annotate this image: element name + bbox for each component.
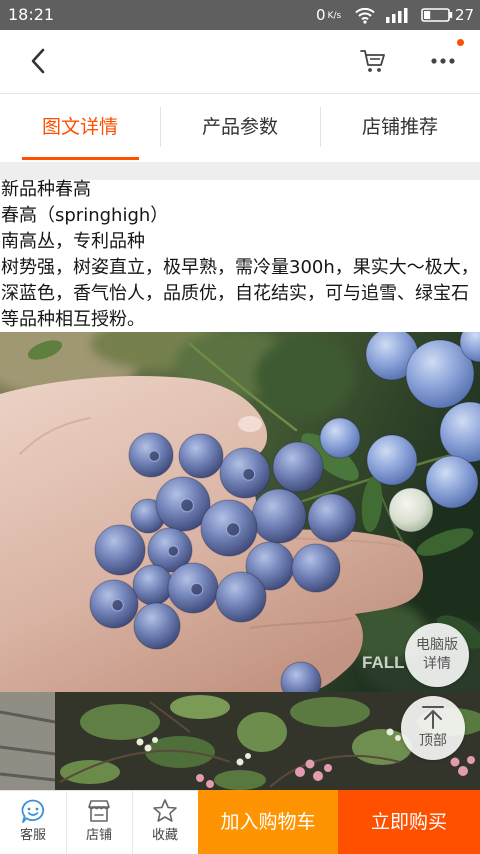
network-speed-unit: K/s bbox=[327, 11, 342, 21]
blueberry-calyx bbox=[190, 582, 204, 596]
notification-dot bbox=[457, 39, 464, 46]
battery-icon bbox=[421, 8, 453, 22]
favorite-button[interactable]: 收藏 bbox=[132, 791, 198, 854]
blueberry bbox=[291, 543, 341, 593]
back-button[interactable] bbox=[24, 44, 52, 78]
blueberry bbox=[132, 564, 174, 606]
blueberry bbox=[425, 455, 479, 509]
blueberry bbox=[366, 434, 418, 486]
tab-image-text-details[interactable]: 图文详情 bbox=[0, 94, 160, 162]
variety-description: 树势强，树姿直立，极早熟，需冷量300h，果实大～极大，深蓝色，香气怡人，品质优… bbox=[1, 257, 479, 330]
tab-shop-recommendations[interactable]: 店铺推荐 bbox=[320, 94, 480, 162]
desktop-version-label: 电脑版 bbox=[416, 637, 458, 653]
more-button[interactable] bbox=[428, 48, 458, 74]
blueberry-calyx bbox=[111, 598, 124, 612]
blueberry bbox=[319, 417, 361, 459]
detail-tabs: 图文详情 产品参数 店铺推荐 bbox=[0, 94, 480, 162]
network-speed-value: 0 bbox=[316, 6, 326, 24]
tab-product-parameters[interactable]: 产品参数 bbox=[160, 94, 320, 162]
blueberry bbox=[251, 488, 307, 544]
blueberry-calyx bbox=[148, 450, 161, 462]
cart-button[interactable] bbox=[358, 46, 388, 76]
variety-category: 南高丛，专利品种 bbox=[1, 231, 145, 252]
blueberry bbox=[94, 524, 146, 576]
back-to-top-label: 顶部 bbox=[419, 733, 447, 749]
mulch-strip bbox=[0, 692, 56, 790]
blueberry-calyx bbox=[242, 467, 256, 481]
desktop-version-details-button[interactable]: 电脑版 详情 bbox=[405, 623, 469, 687]
blueberry bbox=[133, 602, 181, 650]
star-icon bbox=[153, 799, 177, 822]
more-dots-icon bbox=[431, 58, 455, 64]
blueberry bbox=[307, 493, 357, 543]
blueberry bbox=[272, 441, 324, 493]
blueberry bbox=[178, 433, 224, 479]
shop-button[interactable]: 店铺 bbox=[66, 791, 132, 854]
favorite-label: 收藏 bbox=[151, 828, 178, 843]
blueberry-calyx bbox=[167, 545, 180, 557]
buy-now-button[interactable]: 立即购买 bbox=[338, 790, 480, 854]
photo-watermark: FALL bbox=[362, 653, 405, 672]
product-description: 新品种春高 春高（springhigh） 南高丛，专利品种 树势强，树姿直立，极… bbox=[1, 177, 480, 332]
blueberry-calyx bbox=[225, 522, 241, 537]
network-speed: 0 K/s bbox=[316, 0, 341, 30]
battery-percentage: 27 bbox=[455, 6, 475, 24]
status-time: 18:21 bbox=[8, 5, 55, 24]
blueberry bbox=[215, 571, 267, 623]
status-bar: 18:21 0 K/s 27 bbox=[0, 0, 480, 30]
arrow-up-icon bbox=[422, 706, 444, 729]
blueberry bbox=[388, 487, 434, 533]
customer-service-label: 客服 bbox=[19, 828, 46, 843]
top-navigation-bar bbox=[0, 30, 480, 94]
blueberry-calyx bbox=[179, 498, 195, 513]
variety-name: 春高（springhigh） bbox=[1, 205, 169, 226]
active-tab-indicator bbox=[22, 157, 139, 160]
add-to-cart-button[interactable]: 加入购物车 bbox=[198, 790, 338, 854]
back-arrow-icon bbox=[31, 48, 45, 74]
details-label: 详情 bbox=[423, 656, 451, 672]
signal-icon bbox=[386, 8, 408, 23]
customer-service-button[interactable]: 客服 bbox=[0, 791, 66, 854]
shop-label: 店铺 bbox=[85, 828, 112, 843]
shop-icon bbox=[88, 800, 110, 822]
thumbnail bbox=[238, 416, 262, 432]
wifi-icon bbox=[355, 7, 375, 24]
battery-fill bbox=[424, 11, 431, 19]
customer-service-icon bbox=[21, 799, 45, 823]
bottom-action-bar: 客服 店铺 收藏 加入购物车 立即购买 bbox=[0, 790, 480, 854]
back-to-top-button[interactable]: 顶部 bbox=[401, 696, 465, 760]
cart-icon bbox=[360, 50, 385, 72]
variety-heading: 新品种春高 bbox=[1, 179, 91, 200]
